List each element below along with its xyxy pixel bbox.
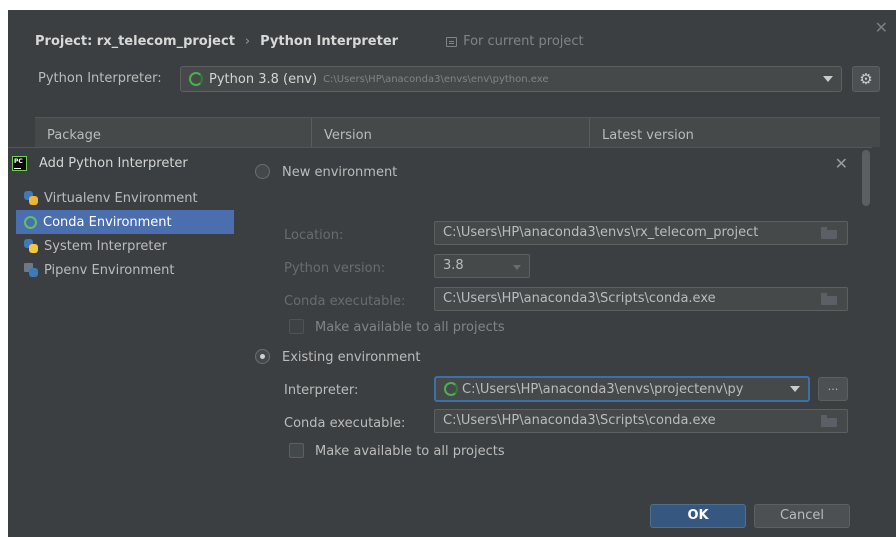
column-package[interactable]: Package xyxy=(35,118,312,147)
folder-icon[interactable] xyxy=(821,415,837,427)
sidebar-item-conda[interactable]: Conda Environment xyxy=(16,210,234,234)
interpreter-settings-button[interactable]: ⚙ xyxy=(852,66,880,92)
existing-environment-radio[interactable] xyxy=(255,349,270,364)
make-available-checkbox[interactable] xyxy=(289,319,304,334)
scrollbar[interactable] xyxy=(858,148,872,537)
close-icon[interactable]: ✕ xyxy=(875,18,888,37)
virtualenv-icon xyxy=(24,191,38,205)
existing-environment-label[interactable]: Existing environment xyxy=(282,350,420,365)
add-python-interpreter-dialog: Add Python Interpreter ✕ Virtualenv Envi… xyxy=(8,147,872,537)
sidebar-item-virtualenv[interactable]: Virtualenv Environment xyxy=(16,186,234,210)
folder-icon[interactable] xyxy=(821,227,837,239)
interpreter-combo[interactable]: C:\Users\HP\anaconda3\envs\projectenv\py xyxy=(434,376,810,402)
sidebar-item-label: Virtualenv Environment xyxy=(44,190,198,206)
conda-executable-field[interactable]: C:\Users\HP\anaconda3\Scripts\conda.exe xyxy=(434,287,848,311)
cancel-button[interactable]: Cancel xyxy=(754,504,850,528)
make-available-label[interactable]: Make available to all projects xyxy=(315,320,505,335)
new-environment-label[interactable]: New environment xyxy=(282,165,397,180)
interpreter-label: Interpreter: xyxy=(284,383,359,398)
chevron-down-icon[interactable] xyxy=(790,386,800,392)
pipenv-icon xyxy=(24,263,38,277)
conda-executable-label: Conda executable: xyxy=(284,294,406,309)
chevron-down-icon[interactable] xyxy=(823,76,833,82)
sidebar-item-label: System Interpreter xyxy=(44,238,167,254)
breadcrumb: Project: rx_telecom_project › Python Int… xyxy=(35,34,584,49)
interpreter-name: Python 3.8 (env) xyxy=(209,71,318,87)
sidebar-item-system[interactable]: System Interpreter xyxy=(16,234,234,258)
interpreter-path: C:\Users\HP\anaconda3\envs\projectenv\py xyxy=(462,381,744,397)
python-interpreter-label: Python Interpreter: xyxy=(38,71,162,86)
packages-table-header: Package Version Latest version xyxy=(35,117,880,147)
breadcrumb-page: Python Interpreter xyxy=(260,34,399,49)
project-scope-icon xyxy=(446,36,458,47)
conda-icon xyxy=(24,215,37,229)
close-icon[interactable]: ✕ xyxy=(835,154,848,173)
sidebar-item-pipenv[interactable]: Pipenv Environment xyxy=(16,258,234,282)
browse-interpreter-button[interactable]: ... xyxy=(818,377,848,401)
column-version[interactable]: Version xyxy=(312,118,590,147)
make-available-label[interactable]: Make available to all projects xyxy=(315,444,505,459)
pycharm-icon xyxy=(12,155,27,171)
python-version-select[interactable]: 3.8 xyxy=(434,254,530,278)
conda-executable-label: Conda executable: xyxy=(284,416,406,431)
conda-icon xyxy=(189,72,203,86)
location-label: Location: xyxy=(284,228,344,243)
gear-icon: ⚙ xyxy=(859,70,873,88)
environment-type-list: Virtualenv Environment Conda Environment… xyxy=(16,186,234,282)
make-available-checkbox[interactable] xyxy=(289,443,304,458)
scope-label: For current project xyxy=(463,34,584,49)
python-interpreter-combo[interactable]: Python 3.8 (env) C:\Users\HP\anaconda3\e… xyxy=(180,66,842,92)
dialog-titlebar: Add Python Interpreter ✕ xyxy=(8,148,872,178)
ok-button[interactable]: OK xyxy=(650,504,746,528)
python-version-value: 3.8 xyxy=(443,258,464,273)
conda-executable-value: C:\Users\HP\anaconda3\Scripts\conda.exe xyxy=(443,291,716,306)
conda-icon xyxy=(444,382,458,396)
python-icon xyxy=(24,239,38,253)
breadcrumb-separator: › xyxy=(244,34,251,49)
new-environment-radio[interactable] xyxy=(255,164,270,179)
interpreter-path: C:\Users\HP\anaconda3\envs\env\python.ex… xyxy=(323,73,549,85)
folder-icon[interactable] xyxy=(821,293,837,305)
scope-hint: For current project xyxy=(446,34,584,49)
column-latest-version[interactable]: Latest version xyxy=(590,118,694,147)
conda-executable-value: C:\Users\HP\anaconda3\Scripts\conda.exe xyxy=(443,413,716,428)
chevron-down-icon xyxy=(513,265,521,270)
dialog-title: Add Python Interpreter xyxy=(39,155,188,171)
sidebar-item-label: Pipenv Environment xyxy=(44,262,175,278)
scrollbar-thumb[interactable] xyxy=(862,150,870,206)
location-value: C:\Users\HP\anaconda3\envs\rx_telecom_pr… xyxy=(443,225,759,240)
conda-executable-field[interactable]: C:\Users\HP\anaconda3\Scripts\conda.exe xyxy=(434,409,848,433)
python-version-label: Python version: xyxy=(284,261,386,276)
location-field[interactable]: C:\Users\HP\anaconda3\envs\rx_telecom_pr… xyxy=(434,221,848,245)
breadcrumb-project: Project: rx_telecom_project xyxy=(35,34,235,49)
sidebar-item-label: Conda Environment xyxy=(43,214,172,230)
